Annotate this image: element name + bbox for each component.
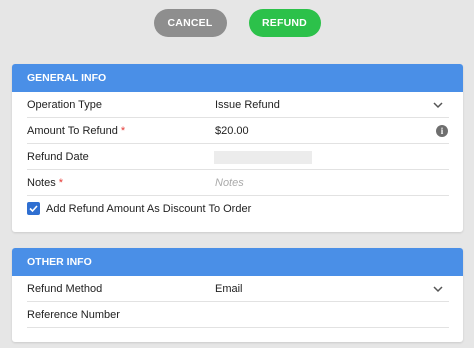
refund-date-input[interactable] — [214, 151, 312, 164]
refund-date-label: Refund Date — [27, 151, 89, 163]
cancel-button[interactable]: CANCEL — [153, 9, 227, 37]
amount-to-refund-label: Amount To Refund * — [27, 125, 126, 137]
discount-checkbox-row[interactable]: Add Refund Amount As Discount To Order — [12, 196, 463, 222]
operation-type-row[interactable]: Operation Type Issue Refund — [12, 92, 463, 118]
notes-input[interactable]: Notes — [215, 177, 244, 189]
chevron-down-icon[interactable] — [433, 100, 443, 110]
refund-method-label: Refund Method — [27, 283, 103, 295]
discount-checkbox-label[interactable]: Add Refund Amount As Discount To Order — [46, 203, 251, 215]
amount-to-refund-input[interactable]: $20.00 — [215, 125, 249, 137]
other-info-header: OTHER INFO — [12, 248, 463, 276]
refund-button[interactable]: REFUND — [248, 9, 321, 37]
checkmark-icon — [29, 205, 38, 213]
refund-method-row[interactable]: Refund Method Email — [12, 276, 463, 302]
amount-to-refund-row: Amount To Refund * $20.00 i — [12, 118, 463, 144]
required-asterisk: * — [120, 125, 126, 137]
reference-number-label: Reference Number — [27, 309, 120, 321]
general-info-card: GENERAL INFO Operation Type Issue Refund… — [12, 64, 463, 232]
operation-type-label: Operation Type — [27, 99, 103, 111]
notes-row: Notes * Notes — [12, 170, 463, 196]
other-info-card: OTHER INFO Refund Method Email Reference… — [12, 248, 463, 342]
refund-method-select[interactable]: Email — [215, 283, 243, 295]
discount-checkbox[interactable] — [27, 202, 40, 215]
refund-date-row: Refund Date — [12, 144, 463, 170]
operation-type-select[interactable]: Issue Refund — [215, 99, 280, 111]
reference-number-row: Reference Number — [12, 302, 463, 328]
required-asterisk: * — [58, 177, 64, 189]
notes-label: Notes * — [27, 177, 64, 189]
info-icon[interactable]: i — [436, 125, 448, 137]
general-info-header: GENERAL INFO — [12, 64, 463, 92]
action-bar: CANCEL REFUND — [0, 0, 474, 46]
chevron-down-icon[interactable] — [433, 284, 443, 294]
